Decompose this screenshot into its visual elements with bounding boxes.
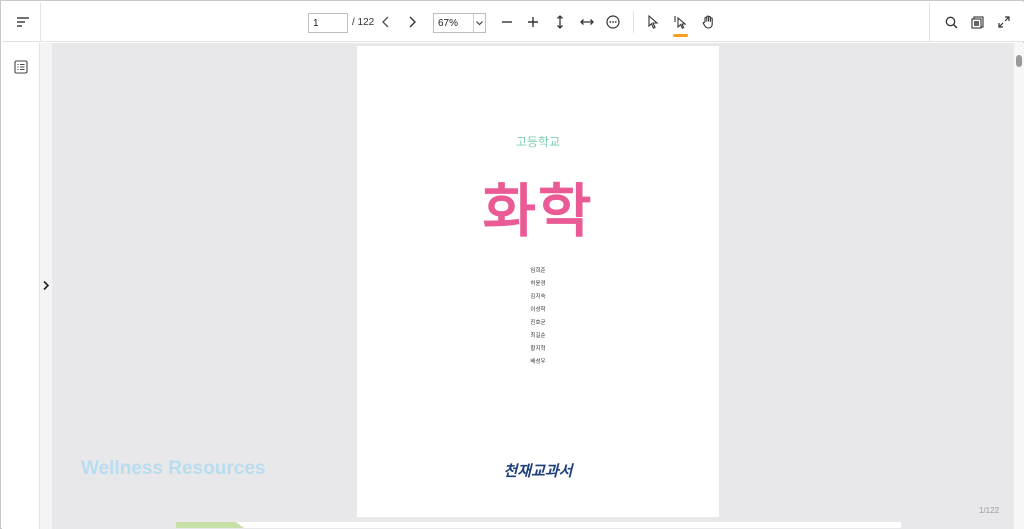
vertical-scrollbar[interactable] <box>1014 43 1024 529</box>
more-icon[interactable] <box>602 11 624 33</box>
publisher-logo: 천재교과서 <box>503 463 573 480</box>
author-name: 진호균 <box>530 320 546 326</box>
author-name: 배성우 <box>530 359 546 365</box>
sidebar-collapse-strip[interactable] <box>40 43 52 529</box>
page-indicator: 1/122 <box>979 506 1000 515</box>
book-subtitle: 고등학교 <box>515 135 561 149</box>
horizontal-scrollbar-thumb[interactable] <box>176 522 244 528</box>
text-select-icon[interactable] <box>670 11 692 33</box>
zoom-out-icon[interactable] <box>496 11 518 33</box>
hand-icon[interactable] <box>697 11 719 33</box>
chevron-right-icon[interactable] <box>401 11 423 33</box>
toc-icon[interactable] <box>10 56 32 78</box>
zoom-select[interactable]: 67% <box>433 13 486 33</box>
author-list: 임희준 허윤경 김지숙 이성학 진호균 최길순 황지혁 배성우 <box>357 265 719 369</box>
zoom-value: 67% <box>438 18 459 29</box>
pdf-viewer-window: / 122 67% <box>0 0 1024 529</box>
expand-arrow-icon[interactable] <box>35 274 57 296</box>
toolbar-divider <box>40 2 41 42</box>
chevron-left-icon[interactable] <box>375 11 397 33</box>
toolbar-divider <box>929 2 930 42</box>
menu-icon[interactable] <box>12 11 34 33</box>
author-name: 허윤경 <box>530 281 546 287</box>
author-name: 최길순 <box>530 333 546 339</box>
scrollbar-thumb[interactable] <box>1016 55 1022 67</box>
book-title: 화학 <box>482 179 594 244</box>
active-tool-indicator <box>673 34 688 37</box>
author-name: 황지혁 <box>530 346 546 352</box>
fullscreen-icon[interactable] <box>993 11 1015 33</box>
toolbar: / 122 67% <box>2 2 1024 42</box>
page-number-input[interactable] <box>308 13 348 33</box>
zoom-in-icon[interactable] <box>522 11 544 33</box>
horizontal-scrollbar[interactable] <box>176 522 901 528</box>
page-total: / 122 <box>352 17 375 28</box>
pointer-icon[interactable] <box>642 11 664 33</box>
author-name: 임희준 <box>530 268 546 274</box>
fit-height-icon[interactable] <box>549 11 571 33</box>
watermark-text: Wellness Resources <box>81 458 266 479</box>
thumbnails-icon[interactable] <box>966 11 988 33</box>
author-name: 김지숙 <box>530 294 546 300</box>
toolbar-divider <box>633 11 634 33</box>
document-page: 고등학교 화학 임희준 허윤경 김지숙 이성학 진호균 최길순 황지혁 배성우 … <box>357 46 719 517</box>
author-name: 이성학 <box>530 307 546 313</box>
fit-width-icon[interactable] <box>576 11 598 33</box>
search-icon[interactable] <box>940 11 962 33</box>
chevron-down-icon <box>473 14 485 32</box>
